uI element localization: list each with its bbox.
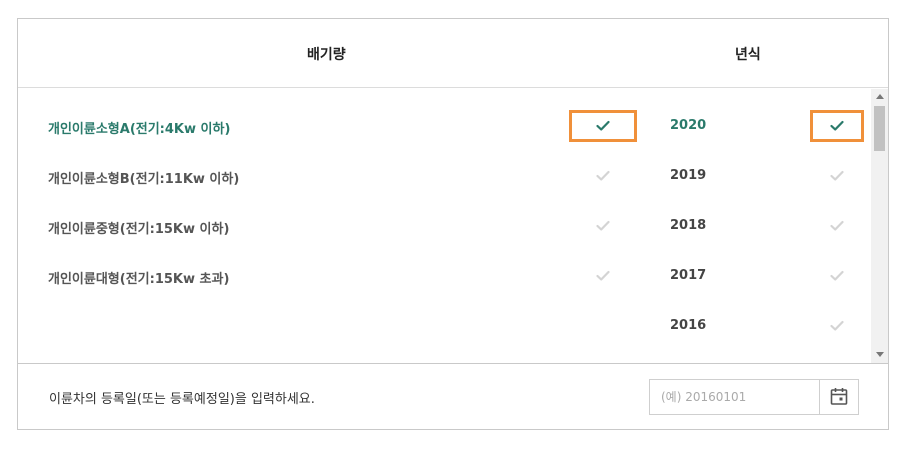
check-icon[interactable] (810, 160, 864, 192)
check-icon[interactable] (810, 260, 864, 292)
year-header: 년식 (735, 47, 761, 63)
displacement-option[interactable]: 개인이륜대형(전기:15Kw 초과) (18, 239, 658, 289)
year-list: 2020 2019 2018 2017 2016 (658, 89, 871, 339)
displacement-header: 배기량 (307, 47, 346, 63)
check-icon (830, 270, 844, 281)
check-icon[interactable] (810, 210, 864, 242)
check-icon (830, 170, 844, 181)
check-icon (830, 320, 844, 331)
displacement-option[interactable]: 개인이륜소형A(전기:4Kw 이하) (18, 89, 658, 142)
year-option-label: 2017 (670, 268, 707, 283)
year-option-label: 2016 (670, 318, 707, 333)
year-option-label: 2020 (670, 118, 707, 133)
scroll-down-arrow-icon[interactable] (876, 352, 884, 357)
check-icon (596, 220, 610, 231)
panel-header: 배기량 년식 (18, 19, 888, 88)
displacement-option-label: 개인이륜소형B(전기:11Kw 이하) (48, 172, 240, 187)
year-option[interactable]: 2019 (658, 139, 871, 189)
displacement-option-label: 개인이륜중형(전기:15Kw 이하) (48, 222, 230, 237)
year-option-label: 2018 (670, 218, 707, 233)
check-icon[interactable] (810, 310, 864, 342)
displacement-option-label: 개인이륜소형A(전기:4Kw 이하) (48, 122, 231, 137)
scroll-up-arrow-icon[interactable] (876, 94, 884, 99)
vehicle-selection-panel: 배기량 년식 개인이륜소형A(전기:4Kw 이하) 개인이륜소형B(전기:11Kw… (17, 18, 889, 430)
scrollbar-thumb[interactable] (874, 106, 885, 151)
displacement-option-label: 개인이륜대형(전기:15Kw 초과) (48, 272, 230, 287)
displacement-list: 개인이륜소형A(전기:4Kw 이하) 개인이륜소형B(전기:11Kw 이하) 개인이… (18, 89, 658, 289)
check-icon (596, 170, 610, 181)
year-list-scrollbar[interactable] (871, 89, 888, 363)
check-icon (830, 120, 844, 131)
options-area: 개인이륜소형A(전기:4Kw 이하) 개인이륜소형B(전기:11Kw 이하) 개인이… (18, 89, 888, 363)
year-option[interactable]: 2016 (658, 289, 871, 339)
year-option[interactable]: 2018 (658, 189, 871, 239)
registration-date-bar: 이륜차의 등록일(또는 등록예정일)을 입력하세요. (18, 363, 888, 429)
year-option[interactable]: 2017 (658, 239, 871, 289)
check-icon[interactable] (569, 260, 637, 292)
check-icon (596, 270, 610, 281)
check-icon[interactable] (569, 160, 637, 192)
check-icon (596, 120, 610, 131)
registration-date-field (649, 379, 859, 415)
year-option[interactable]: 2020 (658, 89, 871, 142)
calendar-button[interactable] (819, 380, 858, 414)
calendar-icon (830, 388, 848, 405)
registration-date-input[interactable] (650, 380, 819, 414)
registration-date-instruction: 이륜차의 등록일(또는 등록예정일)을 입력하세요. (49, 392, 315, 407)
check-icon-selected[interactable] (810, 110, 864, 142)
check-icon[interactable] (569, 210, 637, 242)
displacement-option[interactable]: 개인이륜중형(전기:15Kw 이하) (18, 189, 658, 239)
check-icon-selected[interactable] (569, 110, 637, 142)
check-icon (830, 220, 844, 231)
year-option-label: 2019 (670, 168, 707, 183)
displacement-option[interactable]: 개인이륜소형B(전기:11Kw 이하) (18, 139, 658, 189)
